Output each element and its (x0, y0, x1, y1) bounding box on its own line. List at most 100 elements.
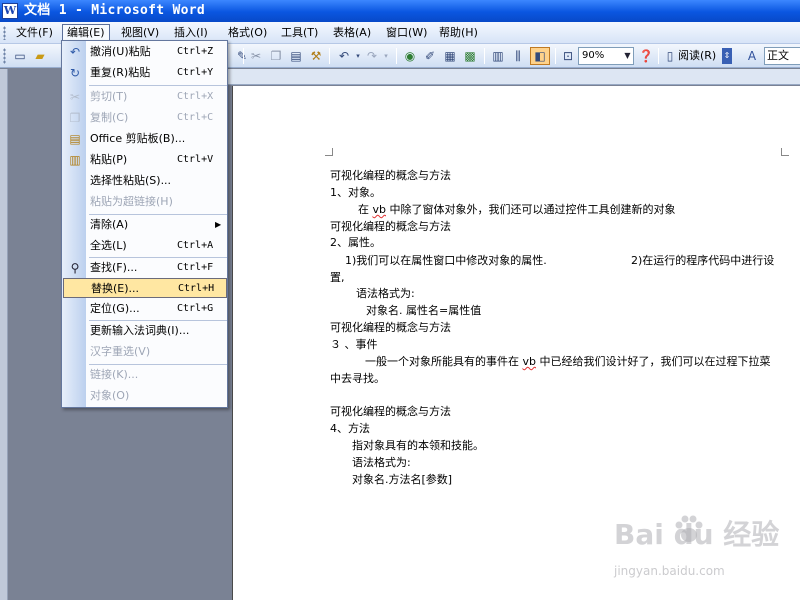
doc-line: 1、对象。 (330, 186, 381, 199)
doc-line: 一般一个对象所能具有的事件在 vb 中已经给我们设计好了，我们可以在过程下拉菜 (365, 355, 771, 368)
redo-dropdown-icon[interactable]: ▾ (378, 48, 394, 64)
copy-icon: ❐ (69, 111, 81, 125)
menu-window[interactable]: 窗口(W) (382, 24, 431, 42)
cut-icon[interactable]: ✂ (248, 48, 264, 64)
menu-file[interactable]: 文件(F) (12, 24, 57, 42)
menu-item-label: Office 剪贴板(B)... (90, 132, 186, 145)
menu-help[interactable]: 帮助(H) (435, 24, 482, 42)
doc-line: 1)我们可以在属性窗口中修改对象的属性. (345, 254, 547, 267)
style-combobox[interactable]: 正文 (764, 47, 800, 65)
menu-item-copy[interactable]: ❐ 复制(C) Ctrl+C (63, 108, 227, 128)
menu-item-shortcut: Ctrl+X (177, 91, 214, 102)
menu-item-label: 粘贴为超链接(H) (90, 195, 173, 208)
menu-item-reconvert[interactable]: 汉字重选(V) (63, 342, 227, 362)
doc-line: 中去寻找。 (330, 372, 385, 385)
read-icon: ▯ (666, 49, 674, 63)
watermark-url: jingyan.baidu.com (614, 564, 725, 578)
read-button[interactable]: 阅读(R) (678, 48, 716, 64)
menu-item-label: 查找(F)... (90, 261, 138, 274)
toolbar-separator (555, 48, 556, 64)
toolbar-separator (484, 48, 485, 64)
menu-item-shortcut: Ctrl+F (177, 262, 214, 273)
menu-item-label: 粘贴(P) (90, 153, 128, 166)
title-bar: W 文档 1 - Microsoft Word (0, 0, 800, 22)
insert-excel-icon[interactable]: ▩ (462, 48, 478, 64)
menu-item-redo[interactable]: ↻ 重复(R)粘贴 Ctrl+Y (63, 63, 227, 83)
copy-icon[interactable]: ❐ (268, 48, 284, 64)
doc-line: 语法格式为: (352, 456, 411, 469)
window-title: 文档 1 - Microsoft Word (24, 3, 206, 18)
menu-item-goto[interactable]: 定位(G)... Ctrl+G (63, 299, 227, 319)
edit-menu-dropdown: ↶ 撤消(U)粘贴 Ctrl+Z ↻ 重复(R)粘贴 Ctrl+Y ✂ 剪切(T… (61, 40, 228, 408)
doc-line: 可视化编程的概念与方法 (330, 405, 451, 418)
menu-item-label: 更新输入法词典(I)... (90, 324, 190, 337)
watermark-paw-icon (675, 515, 703, 542)
open-icon[interactable]: ▰ (32, 48, 48, 64)
margin-corner-mark (325, 148, 333, 156)
chevron-down-icon[interactable]: ▼ (622, 48, 633, 64)
doc-line: 对象名. 属性名=属性值 (366, 304, 482, 317)
doc-line: ３ 、事件 (330, 338, 378, 351)
doc-line: 2)在运行的程序代码中进行设 (631, 254, 775, 267)
menu-item-shortcut: Ctrl+Z (177, 46, 214, 57)
menu-item-label: 撤消(U)粘贴 (90, 45, 151, 58)
menu-item-paste-special[interactable]: 选择性粘贴(S)... (63, 171, 227, 191)
menu-item-label: 复制(C) (90, 111, 129, 124)
menu-item-shortcut: Ctrl+Y (177, 67, 214, 78)
menu-item-find[interactable]: ⚲ 查找(F)... Ctrl+F (63, 258, 227, 278)
menu-item-label: 汉字重选(V) (90, 345, 151, 358)
menu-item-select-all[interactable]: 全选(L) Ctrl+A (63, 236, 227, 256)
drawing-icon[interactable]: ⫼ (510, 48, 526, 64)
doc-line: 可视化编程的概念与方法 (330, 220, 451, 233)
toolbar-separator (658, 48, 659, 64)
menu-item-label: 替换(E)... (91, 282, 140, 295)
show-hide-icon[interactable]: ⊡ (560, 48, 576, 64)
menu-item-label: 清除(A) (90, 218, 129, 231)
find-icon: ⚲ (70, 261, 80, 275)
margin-corner-mark (781, 148, 789, 156)
menu-item-shortcut: Ctrl+H (178, 283, 215, 294)
toolbar-options-icon[interactable]: ⇕ (722, 48, 732, 64)
format-painter-brush-icon[interactable]: ⚒ (308, 48, 324, 64)
toolbar-grip[interactable] (3, 48, 6, 64)
menu-item-links[interactable]: 链接(K)... (63, 365, 227, 385)
paste-icon[interactable]: ▤ (288, 48, 304, 64)
menubar-grip[interactable] (3, 26, 6, 40)
paste-icon: ▥ (69, 153, 81, 167)
menu-table[interactable]: 表格(A) (329, 24, 375, 42)
styles-formatting-icon[interactable]: A (744, 48, 760, 64)
doc-line: 语法格式为: (356, 287, 415, 300)
columns-icon[interactable]: ▥ (490, 48, 506, 64)
menu-item-shortcut: Ctrl+G (177, 303, 214, 314)
insert-table-icon[interactable]: ▦ (442, 48, 458, 64)
new-doc-icon[interactable]: ▭ (12, 48, 28, 64)
menu-item-replace[interactable]: 替换(E)... Ctrl+H (63, 278, 227, 298)
menu-format[interactable]: 格式(O) (224, 24, 271, 42)
office-clipboard-icon: ▤ (69, 132, 81, 146)
hyperlink-icon[interactable]: ◉ (402, 48, 418, 64)
menu-item-office-clipboard[interactable]: ▤ Office 剪贴板(B)... (63, 129, 227, 149)
menu-item-update-ime-dictionary[interactable]: 更新输入法词典(I)... (63, 321, 227, 341)
submenu-arrow-icon: ▶ (215, 220, 222, 229)
redo-icon: ↻ (69, 66, 81, 80)
horizontal-ruler[interactable] (228, 69, 800, 85)
toolbar-separator (243, 48, 244, 64)
menu-item-paste-hyperlink[interactable]: 粘贴为超链接(H) (63, 192, 227, 212)
menu-item-undo[interactable]: ↶ 撤消(U)粘贴 Ctrl+Z (63, 42, 227, 62)
doc-line: 置, (330, 271, 345, 284)
doc-line: 对象名.方法名[参数] (352, 473, 453, 486)
doc-line: 在 vb 中除了窗体对象外，我们还可以通过控件工具创建新的对象 (358, 203, 676, 216)
left-pane (0, 69, 8, 600)
tables-borders-icon[interactable]: ✐ (422, 48, 438, 64)
menu-tools[interactable]: 工具(T) (277, 24, 322, 42)
menu-item-cut[interactable]: ✂ 剪切(T) Ctrl+X (63, 87, 227, 107)
help-icon[interactable]: ❓ (638, 48, 654, 64)
menu-item-object[interactable]: 对象(O) (63, 386, 227, 406)
doc-line: 可视化编程的概念与方法 (330, 321, 451, 334)
toolbar-separator (396, 48, 397, 64)
cut-icon: ✂ (69, 90, 81, 104)
menu-item-paste[interactable]: ▥ 粘贴(P) Ctrl+V (63, 150, 227, 170)
menu-item-label: 剪切(T) (90, 90, 128, 103)
menu-item-clear[interactable]: 清除(A) ▶ (63, 215, 227, 235)
word-doc-icon[interactable]: W (2, 3, 18, 19)
